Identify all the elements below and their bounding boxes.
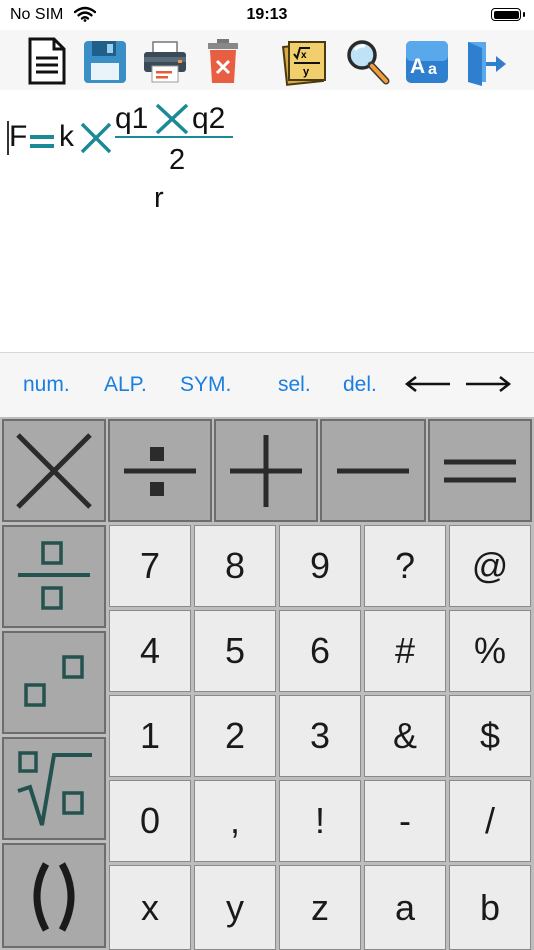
divide-key[interactable] [108, 419, 212, 522]
times-symbol [80, 122, 112, 154]
char-key[interactable]: a [364, 865, 446, 950]
char-key[interactable]: x [109, 865, 191, 950]
save-icon[interactable] [82, 36, 128, 86]
char-key[interactable]: , [194, 780, 276, 862]
exit-icon[interactable] [462, 36, 508, 86]
parentheses-icon [33, 861, 75, 932]
char-key[interactable]: 5 [194, 610, 276, 692]
delete-icon[interactable] [200, 36, 246, 86]
char-key[interactable]: 6 [279, 610, 361, 692]
char-key[interactable]: & [364, 695, 446, 777]
root-key[interactable] [2, 737, 106, 840]
arrow-right-icon[interactable] [464, 375, 512, 393]
equation-editor[interactable]: F k q1 q2 2 r [0, 90, 534, 353]
char-key[interactable]: ! [279, 780, 361, 862]
char-key[interactable]: 2 [194, 695, 276, 777]
char-key[interactable]: 3 [279, 695, 361, 777]
parentheses-key[interactable] [2, 843, 106, 948]
char-key[interactable]: - [364, 780, 446, 862]
mode-num-button[interactable]: num. [23, 373, 70, 397]
formula-note-icon[interactable]: x y [282, 36, 328, 86]
char-key[interactable]: y [194, 865, 276, 950]
eq-numerator-right: q2 [192, 102, 226, 135]
fraction-bar [115, 136, 233, 138]
root-template-icon [17, 750, 92, 826]
equals-icon [444, 459, 516, 482]
mode-alp-button[interactable]: ALP. [104, 373, 147, 397]
svg-text:y: y [303, 66, 310, 78]
minus-icon [337, 468, 409, 473]
char-key[interactable]: / [449, 780, 531, 862]
fraction-key[interactable] [2, 525, 106, 628]
mode-sym-button[interactable]: SYM. [180, 373, 231, 397]
arrow-left-icon[interactable] [404, 375, 452, 393]
svg-text:x: x [301, 50, 307, 61]
eq-coefficient: k [59, 120, 74, 153]
char-key[interactable]: 0 [109, 780, 191, 862]
plus-icon [230, 434, 302, 507]
multiply-icon [16, 432, 92, 509]
equals-key[interactable] [428, 419, 532, 522]
delete-button[interactable]: del. [343, 373, 377, 397]
eq-lhs: F [9, 120, 28, 153]
print-icon[interactable] [142, 36, 188, 86]
select-button[interactable]: sel. [278, 373, 311, 397]
eq-denominator: r [154, 182, 164, 214]
eq-numerator-left: q1 [115, 102, 149, 135]
clock: 19:13 [246, 6, 288, 23]
minus-key[interactable] [320, 419, 426, 522]
mode-bar: num. ALP. SYM. sel. del. [0, 353, 534, 417]
char-key[interactable]: 1 [109, 695, 191, 777]
plus-key[interactable] [214, 419, 318, 522]
font-icon[interactable]: A a [404, 36, 450, 86]
char-key[interactable]: 7 [109, 525, 191, 607]
char-key[interactable]: z [279, 865, 361, 950]
char-key[interactable]: # [364, 610, 446, 692]
char-key[interactable]: @ [449, 525, 531, 607]
divide-icon [124, 446, 196, 496]
battery-icon [491, 8, 525, 21]
eq-exponent: 2 [169, 144, 186, 176]
char-key[interactable]: b [449, 865, 531, 950]
fraction-template-icon [18, 540, 90, 610]
status-bar: No SIM 19:13 [0, 0, 534, 30]
multiply-key[interactable] [2, 419, 106, 522]
char-key[interactable]: ? [364, 525, 446, 607]
char-key[interactable]: % [449, 610, 531, 692]
char-key[interactable]: 9 [279, 525, 361, 607]
svg-text:a: a [428, 61, 437, 78]
equals-symbol [30, 135, 54, 148]
toolbar: x y A a [0, 30, 534, 90]
char-key[interactable]: $ [449, 695, 531, 777]
new-document-icon[interactable] [24, 36, 70, 86]
exponent-template-icon [24, 654, 84, 707]
char-key[interactable]: 4 [109, 610, 191, 692]
char-key[interactable]: 8 [194, 525, 276, 607]
times-symbol-numerator [155, 103, 189, 135]
keypad: 7 8 9? @4 5 6 #% 1 2 3 & $0,! - / x y z a b [0, 417, 534, 950]
search-icon[interactable] [344, 36, 390, 86]
exponent-key[interactable] [2, 631, 106, 734]
svg-text:A: A [410, 55, 425, 78]
